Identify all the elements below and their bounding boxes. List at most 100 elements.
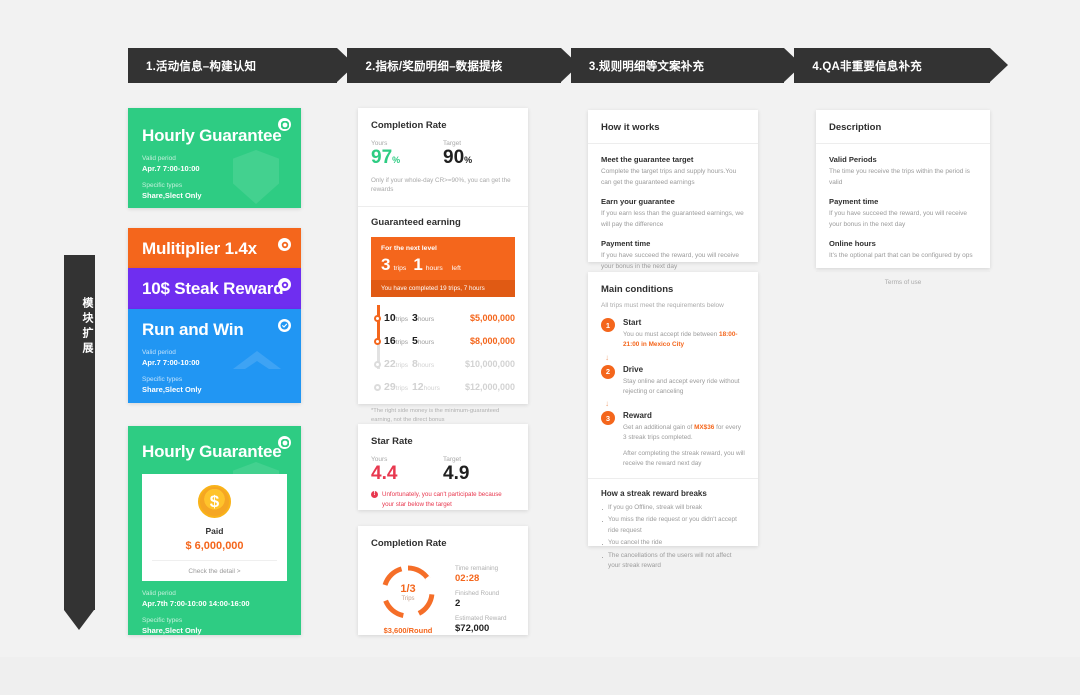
step-tab-3[interactable]: 3.规则明细等文案补充: [552, 48, 803, 83]
tier-hours-unit: hours: [417, 316, 435, 324]
condition-step-start: 1 Start You ou must accept ride between …: [601, 318, 745, 351]
specific-types-label: Specific types: [142, 617, 183, 624]
yours-unit: %: [392, 155, 401, 165]
trips-donut-chart: 1/3 Trips: [379, 563, 437, 621]
step-tab-3-label: 3.规则明细等文案补充: [588, 60, 705, 73]
swoosh-decoration-icon: [233, 351, 281, 369]
step-tab-1-label: 1.活动信息–构建认知: [146, 60, 257, 73]
target-label: Target: [443, 140, 462, 147]
tier-dot-icon: [373, 314, 381, 322]
step-tab-2[interactable]: 2.指标/奖励明细–数据提核: [329, 48, 580, 83]
clock-badge-icon: [278, 118, 291, 131]
arrow-down-icon: ↓: [605, 352, 609, 362]
step-tab-1[interactable]: 1.活动信息–构建认知: [128, 48, 357, 83]
how-block: Payment time If you have succeed the rew…: [601, 239, 745, 272]
metric-yours: Yours 4.4: [371, 456, 443, 484]
bottom-band: [0, 657, 1080, 695]
paid-status: Paid: [205, 526, 224, 536]
step-header: 1.活动信息–构建认知 2.指标/奖励明细–数据提核 3.规则明细等文案补充 4…: [128, 48, 1008, 83]
promo-card-multiplier[interactable]: Mulitiplier 1.4x: [128, 228, 301, 268]
step-body: You ou must accept ride between: [623, 331, 720, 338]
check-badge-icon: [278, 319, 291, 332]
metric-target: Target 90%: [443, 140, 515, 168]
description-block: Valid Periods The time you receive the t…: [829, 155, 977, 188]
step-body: Stay online and accept every ride withou…: [623, 377, 740, 395]
condition-step-reward: 3 Reward Get an additional gain of MX$36…: [601, 411, 745, 469]
tier-hours-unit: hours: [417, 339, 435, 347]
completion-rate-progress-card: Completion Rate 1/3 Trips $3,600/Round T…: [358, 526, 528, 635]
promo-title: 10$ Steak Reward: [142, 279, 284, 298]
tier-trips: 10: [384, 312, 396, 325]
step-body-highlight: MX$36: [694, 424, 715, 431]
next-level-caption: For the next level: [381, 244, 437, 252]
promo-card-hourly-guarantee[interactable]: Hourly Guarantee Valid period Apr.7 7:00…: [128, 108, 301, 208]
metric-target: Target 4.9: [443, 456, 515, 484]
tier-amount: $12,000,000: [464, 382, 515, 393]
step-number: 1: [601, 318, 615, 332]
promo-card-run-and-win[interactable]: Run and Win Valid period Apr.7 7:00-10:0…: [128, 309, 301, 403]
module-expansion-label: 模块扩展: [81, 297, 93, 357]
completion-rate-card: Completion Rate Yours 97% Target 90% Onl…: [358, 108, 528, 423]
tier-trips: 16: [384, 335, 396, 348]
description-body: The time you receive the trips within th…: [829, 168, 970, 186]
tier-row[interactable]: 29trips 12hours $12,000,000: [371, 376, 515, 399]
tier-row[interactable]: 22trips 8hours $10,000,000: [371, 353, 515, 376]
card-title: Main conditions: [601, 284, 674, 295]
star-warning: ! Unfortunately, you can't participate b…: [358, 484, 528, 509]
valid-period-label: Valid period: [142, 155, 176, 162]
main-conditions-card: Main conditions All trips must meet the …: [588, 272, 758, 569]
condition-step-drive: 2 Drive Stay online and accept every rid…: [601, 364, 745, 398]
paid-amount: $ 6,000,000: [185, 540, 244, 552]
tier-dot-icon: [373, 383, 381, 391]
card-title: Star Rate: [371, 436, 413, 447]
clock-badge-icon: [278, 436, 291, 449]
promo-card-steak-reward[interactable]: 10$ Steak Reward: [128, 268, 301, 309]
next-level-hours-unit: hours: [425, 264, 443, 272]
stat-value: $72,000: [455, 623, 490, 634]
how-body: If you earn less than the guaranteed ear…: [601, 210, 744, 228]
promo-title: Mulitiplier 1.4x: [142, 239, 257, 258]
promo-card-hourly-guarantee-paid[interactable]: Hourly Guarantee $ Paid $ 6,000,000 Chec…: [128, 426, 301, 635]
donut-caption: Trips: [401, 595, 415, 602]
tier-hours: 12: [411, 381, 424, 394]
next-level-progress-text: You have completed 19 trips, 7 hours: [371, 279, 515, 297]
step-body-extra: After completing the streak reward, you …: [623, 449, 745, 467]
tier-hours-unit: hours: [423, 385, 440, 393]
stat-finished-round: Finished Round 2: [455, 590, 515, 609]
card-title: Completion Rate: [371, 120, 447, 131]
coin-glyph: $: [209, 492, 220, 511]
tier-amount: $10,000,000: [464, 359, 515, 370]
streak-breaks-section: How a streak reward breaks If you go Off…: [588, 478, 758, 571]
how-heading: Meet the guarantee target: [601, 155, 694, 164]
steak-badge-icon: [278, 278, 291, 291]
tier-hours-unit: hours: [417, 362, 435, 370]
star-warning-text: Unfortunately, you can't participate bec…: [382, 490, 502, 508]
valid-period-label: Valid period: [142, 349, 176, 356]
donut-column: 1/3 Trips $3,600/Round: [371, 561, 445, 640]
break-item: You cancel the ride: [601, 537, 745, 552]
terms-of-use-link[interactable]: Terms of use: [816, 270, 990, 293]
tier-row[interactable]: 16trips 5hours $8,000,000: [371, 330, 515, 353]
specific-types-label: Specific types: [142, 182, 183, 189]
next-level-left: left: [451, 264, 461, 272]
guaranteed-earning-title: Guaranteed earning: [371, 216, 461, 228]
description-block: Payment time If you have succeed the rew…: [829, 197, 977, 230]
stat-value: 2: [455, 598, 461, 609]
check-detail-link[interactable]: Check the detail >: [152, 560, 277, 581]
yours-label: Yours: [371, 140, 388, 147]
yours-value: 4.4: [371, 463, 398, 484]
how-block: Meet the guarantee target Complete the t…: [601, 155, 745, 188]
breaks-title: How a streak reward breaks: [601, 489, 707, 498]
card-title: Completion Rate: [371, 538, 447, 549]
next-level-hours: 1: [413, 254, 423, 274]
tier-dot-icon: [373, 360, 381, 368]
next-level-trips-unit: trips: [393, 264, 407, 272]
step-tab-4[interactable]: 4.QA非重要信息补充: [776, 48, 1008, 83]
how-heading: Earn your guarantee: [601, 197, 675, 207]
tier-row[interactable]: 10trips 3hours $5,000,000: [371, 307, 515, 330]
module-expansion-rail: 模块扩展: [64, 255, 95, 610]
how-body: Complete the target trips and supply hou…: [601, 168, 737, 186]
break-item: You miss the ride request or you didn't …: [601, 514, 745, 536]
stat-label: Estimated Reward: [455, 615, 507, 622]
completion-note: Only if your whole-day CR>=90%, you can …: [371, 176, 511, 194]
